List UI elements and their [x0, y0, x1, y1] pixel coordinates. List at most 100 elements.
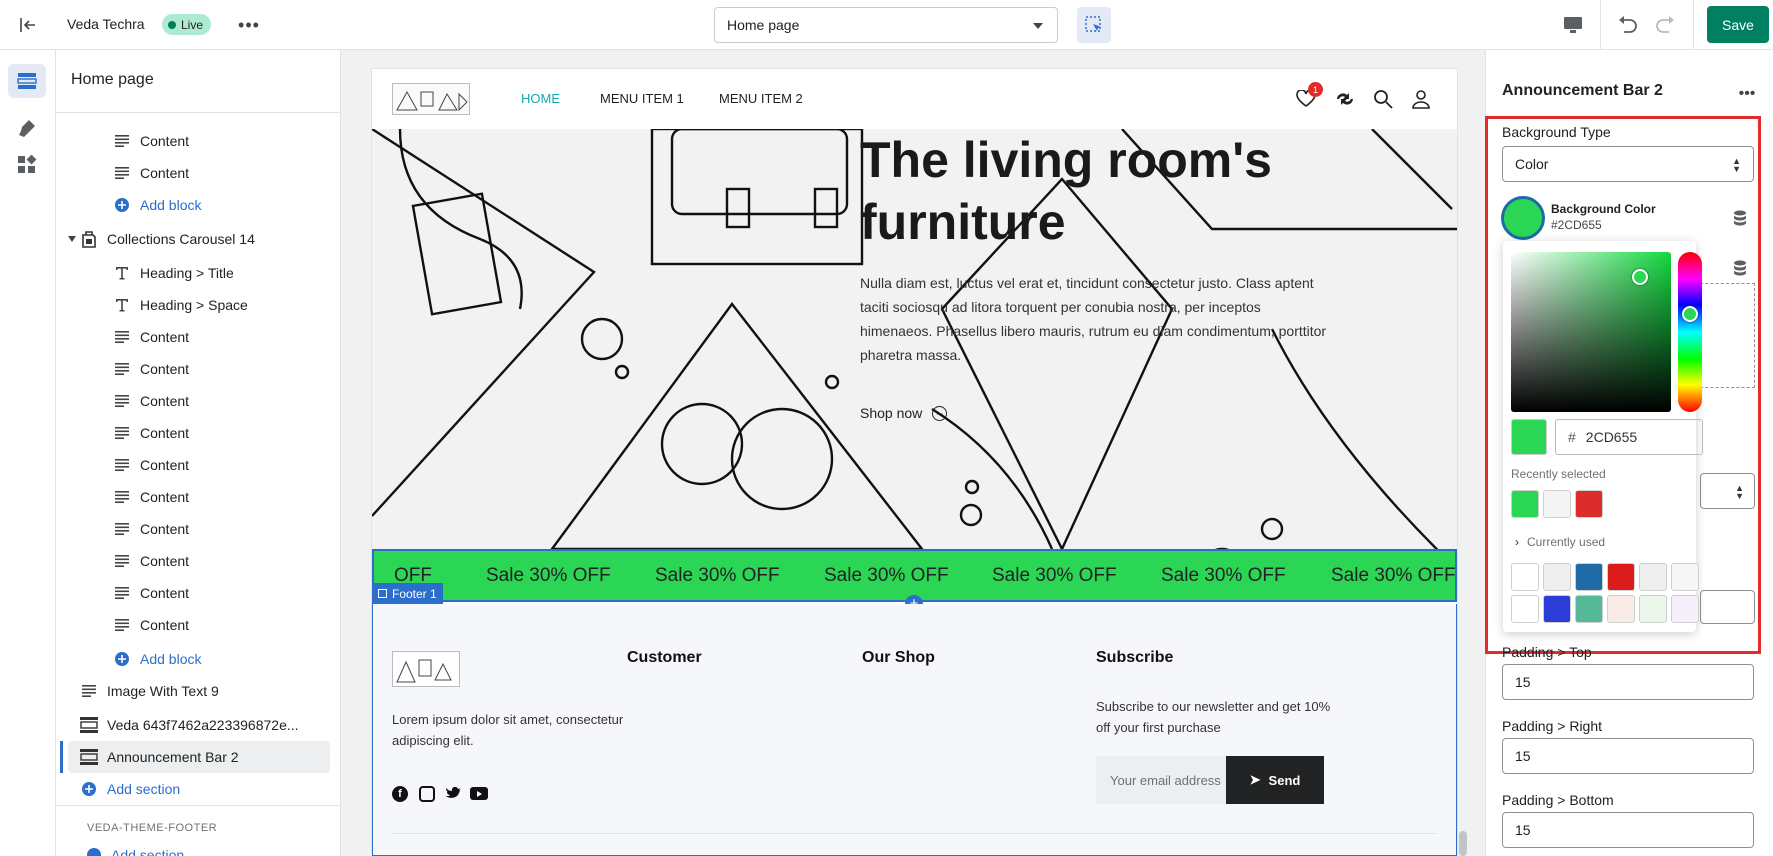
- shop-now-label: Shop now: [860, 405, 923, 421]
- top-bar: Veda Techra Live ••• Home page Save: [0, 0, 1773, 50]
- more-icon[interactable]: •••: [1734, 84, 1760, 104]
- preview-scrollbar[interactable]: [1459, 831, 1467, 856]
- instagram-icon[interactable]: [419, 786, 435, 802]
- lines-icon: [112, 423, 132, 443]
- redo-icon[interactable]: [1652, 12, 1678, 38]
- account-icon[interactable]: [1410, 88, 1432, 110]
- tree-item[interactable]: Content: [56, 321, 336, 353]
- padding-right-value: 15: [1515, 748, 1531, 764]
- exit-icon[interactable]: [16, 13, 40, 37]
- add-block-label: Add block: [140, 197, 202, 213]
- padding-top-input[interactable]: 15: [1502, 664, 1754, 700]
- padding-right-input[interactable]: 15: [1502, 738, 1754, 774]
- subscribe-text: Subscribe to our newsletter and get 10% …: [1096, 696, 1330, 738]
- save-button[interactable]: Save: [1707, 6, 1769, 43]
- tree-item[interactable]: Announcement Bar 2: [68, 741, 330, 773]
- plus-circle-icon: [112, 195, 132, 215]
- lines-icon: [112, 359, 132, 379]
- footer-col-customer: Customer: [627, 649, 702, 666]
- tree-item-label: Content: [140, 361, 190, 377]
- tree-item[interactable]: Content: [56, 125, 336, 157]
- desktop-view-icon[interactable]: [1560, 12, 1586, 38]
- preview-canvas: HOME MENU ITEM 1 MENU ITEM 2 1 The livin…: [372, 69, 1467, 856]
- inspect-select-icon[interactable]: [1077, 7, 1111, 43]
- lines-icon: [112, 615, 132, 635]
- search-icon[interactable]: [1372, 88, 1394, 110]
- tree-item[interactable]: Content: [56, 481, 336, 513]
- add-block-link[interactable]: Add block: [56, 643, 336, 675]
- hero-text-line: himenaeos. Phasellus libero mauris, rutr…: [860, 323, 1327, 339]
- theme-settings-icon[interactable]: [13, 114, 41, 142]
- send-button[interactable]: ➤ Send: [1226, 756, 1324, 804]
- tree-item-label: Content: [140, 133, 190, 149]
- tree-item[interactable]: Heading > Title: [56, 257, 336, 289]
- tree-item-label: Content: [140, 393, 190, 409]
- tree-item[interactable]: Content: [56, 513, 336, 545]
- newsletter-email-input[interactable]: Your email address: [1096, 756, 1226, 804]
- tree-item[interactable]: Veda 643f7462a223396872e...: [56, 709, 336, 741]
- undo-icon[interactable]: [1615, 12, 1641, 38]
- twitter-icon[interactable]: [445, 786, 461, 802]
- lines-icon: [112, 487, 132, 507]
- more-icon[interactable]: •••: [236, 13, 262, 37]
- tree-item[interactable]: Content: [56, 353, 336, 385]
- footer-add-section[interactable]: Add section: [87, 847, 184, 856]
- footer-col-our-shop: Our Shop: [862, 649, 935, 666]
- lines-icon: [112, 391, 132, 411]
- tree-item[interactable]: Content: [56, 609, 336, 641]
- tree-item[interactable]: Heading > Space: [56, 289, 336, 321]
- plus-circle-icon: [79, 779, 99, 799]
- nav-home[interactable]: HOME: [521, 91, 560, 106]
- tree-item-label: Content: [140, 521, 190, 537]
- add-block-label: Add section: [107, 781, 181, 797]
- add-block-link[interactable]: Add section: [56, 773, 336, 805]
- caret-down-icon[interactable]: [68, 236, 76, 242]
- lines-icon: [112, 163, 132, 183]
- section-tree: Content Content Add block Collections Carou…: [56, 113, 340, 823]
- tree-item-label: Content: [140, 585, 190, 601]
- padding-bottom-value: 15: [1515, 822, 1531, 838]
- sections-icon[interactable]: [8, 64, 46, 98]
- tree-item-label: Image With Text 9: [107, 683, 219, 699]
- compare-icon[interactable]: [1334, 88, 1356, 110]
- hero-title-line-2: furniture: [860, 194, 1066, 250]
- tree-item[interactable]: Content: [56, 577, 336, 609]
- tree-item[interactable]: Image With Text 9: [56, 675, 336, 707]
- tree-item[interactable]: Content: [56, 385, 336, 417]
- divider: [1600, 0, 1601, 50]
- highlight-box: [1485, 116, 1761, 654]
- tree-item[interactable]: Content: [56, 449, 336, 481]
- lines-icon: [79, 681, 99, 701]
- nav-menu-item-1[interactable]: MENU ITEM 1: [600, 91, 684, 106]
- footer-group-label: VEDA-THEME-FOOTER: [87, 822, 218, 834]
- lines-icon: [112, 327, 132, 347]
- youtube-icon[interactable]: [470, 787, 488, 800]
- add-block-link[interactable]: Add block: [56, 189, 336, 221]
- caret-down-icon: [1033, 23, 1043, 29]
- padding-right-label: Padding > Right: [1502, 718, 1603, 734]
- section-icon: [79, 715, 99, 735]
- tree-item[interactable]: Content: [56, 545, 336, 577]
- status-badge: Live: [162, 14, 212, 35]
- tree-item-label: Content: [140, 329, 190, 345]
- subscribe-text-line: Subscribe to our newsletter and get 10%: [1096, 699, 1331, 714]
- icon-rail: [0, 50, 56, 856]
- footer-divider: [392, 833, 1437, 834]
- plus-circle-icon: [87, 848, 101, 856]
- nav-menu-item-2[interactable]: MENU ITEM 2: [719, 91, 803, 106]
- tree-item-label: Content: [140, 617, 190, 633]
- apps-icon[interactable]: [13, 151, 41, 179]
- announcement-text: OFF: [394, 565, 432, 586]
- store-logo[interactable]: [392, 83, 470, 115]
- announcement-text: Sale 30% OFF: [824, 565, 949, 586]
- page-select[interactable]: Home page: [714, 7, 1058, 43]
- tree-item[interactable]: Content: [56, 157, 336, 189]
- tree-item[interactable]: Content: [56, 417, 336, 449]
- facebook-icon[interactable]: f: [392, 786, 408, 802]
- settings-title: Announcement Bar 2: [1502, 82, 1663, 99]
- padding-top-value: 15: [1515, 674, 1531, 690]
- padding-bottom-input[interactable]: 15: [1502, 812, 1754, 848]
- shop-now-link[interactable]: Shop now →: [860, 405, 948, 421]
- footer-logo[interactable]: [392, 651, 460, 687]
- tree-item[interactable]: Collections Carousel 14: [56, 223, 336, 255]
